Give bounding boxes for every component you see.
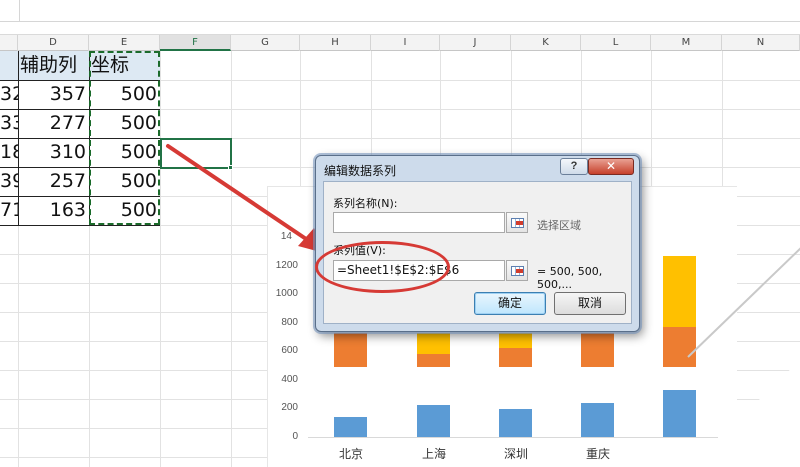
- table-border: [18, 51, 19, 225]
- column-header-i[interactable]: I: [371, 35, 440, 51]
- table-border: [0, 225, 160, 226]
- bar-shanghai-yellow[interactable]: [417, 333, 450, 354]
- formula-bar-divider: [19, 0, 20, 22]
- select-range-hint: 选择区域: [537, 219, 581, 232]
- column-header-f[interactable]: F: [160, 35, 231, 51]
- bar-beijing-orange[interactable]: [334, 333, 367, 367]
- column-header-e[interactable]: E: [89, 35, 160, 51]
- bar-shenzhen-blue[interactable]: [499, 409, 532, 437]
- table-cell[interactable]: 71: [0, 196, 18, 225]
- x-axis-label: 重庆: [585, 447, 610, 461]
- bar-shanghai-orange[interactable]: [417, 354, 450, 367]
- series-values-range-button[interactable]: [506, 260, 528, 281]
- y-axis-tick: 200: [281, 402, 298, 413]
- y-axis-tick: 800: [281, 317, 298, 328]
- help-button[interactable]: ?: [560, 158, 588, 175]
- column-header-g[interactable]: G: [231, 35, 300, 51]
- table-header-partial[interactable]: [0, 51, 18, 80]
- column-header-n[interactable]: N: [722, 35, 800, 51]
- column-header-k[interactable]: K: [511, 35, 581, 51]
- table-cell[interactable]: 163: [18, 196, 89, 225]
- page-curl: [690, 360, 800, 467]
- column-header-m[interactable]: M: [651, 35, 722, 51]
- y-axis-tick: 400: [281, 374, 298, 385]
- y-axis-tick: 1000: [275, 288, 298, 299]
- x-axis-label: 北京: [338, 447, 363, 461]
- cancel-button[interactable]: 取消: [554, 292, 626, 315]
- table-cell[interactable]: 277: [18, 109, 89, 138]
- bar-shenzhen-orange[interactable]: [499, 348, 532, 367]
- x-axis-label: 深圳: [503, 447, 528, 461]
- y-axis-tick: 1200: [275, 260, 298, 271]
- y-axis-tick: 0: [292, 431, 298, 442]
- series-name-range-button[interactable]: [506, 212, 528, 233]
- ok-button[interactable]: 确定: [474, 292, 546, 315]
- column-header-partial[interactable]: [0, 35, 18, 51]
- column-header-l[interactable]: L: [581, 35, 651, 51]
- highlight-ellipse: [315, 241, 450, 293]
- x-axis-label: 上海: [421, 447, 446, 461]
- formula-bar[interactable]: [0, 0, 800, 22]
- y-axis-tick: 14: [280, 231, 292, 242]
- bar-beijing-blue[interactable]: [334, 417, 367, 437]
- close-button[interactable]: ✕: [588, 158, 634, 175]
- table-cell[interactable]: 18: [0, 138, 18, 167]
- bar-fifth-yellow[interactable]: [663, 256, 696, 327]
- fill-handle[interactable]: [228, 165, 233, 170]
- series-values-preview: = 500, 500, 500,...: [537, 265, 603, 291]
- column-header-d[interactable]: D: [18, 35, 89, 51]
- dialog-title: 编辑数据系列: [324, 164, 397, 178]
- column-header-j[interactable]: J: [440, 35, 511, 51]
- series-name-input[interactable]: [333, 212, 505, 233]
- active-cell-selection[interactable]: [160, 138, 232, 169]
- table-cell[interactable]: 357: [18, 80, 89, 109]
- column-headers: D E F G H I J K L M N: [0, 34, 800, 51]
- bar-shenzhen-yellow[interactable]: [499, 333, 532, 348]
- column-header-h[interactable]: H: [300, 35, 371, 51]
- bar-shanghai-blue[interactable]: [417, 405, 450, 437]
- bar-chongqing-orange[interactable]: [581, 333, 614, 367]
- table-header-helper[interactable]: 辅助列: [18, 51, 89, 80]
- y-axis-tick: 600: [281, 345, 298, 356]
- table-cell[interactable]: 33: [0, 109, 18, 138]
- table-cell[interactable]: 32: [0, 80, 18, 109]
- table-cell[interactable]: 257: [18, 167, 89, 196]
- bar-chongqing-blue[interactable]: [581, 403, 614, 437]
- series-name-label: 系列名称(N):: [333, 197, 398, 210]
- table-cell[interactable]: 39: [0, 167, 18, 196]
- x-axis: [308, 437, 718, 438]
- copy-selection-marquee: [89, 51, 160, 225]
- table-cell[interactable]: 310: [18, 138, 89, 167]
